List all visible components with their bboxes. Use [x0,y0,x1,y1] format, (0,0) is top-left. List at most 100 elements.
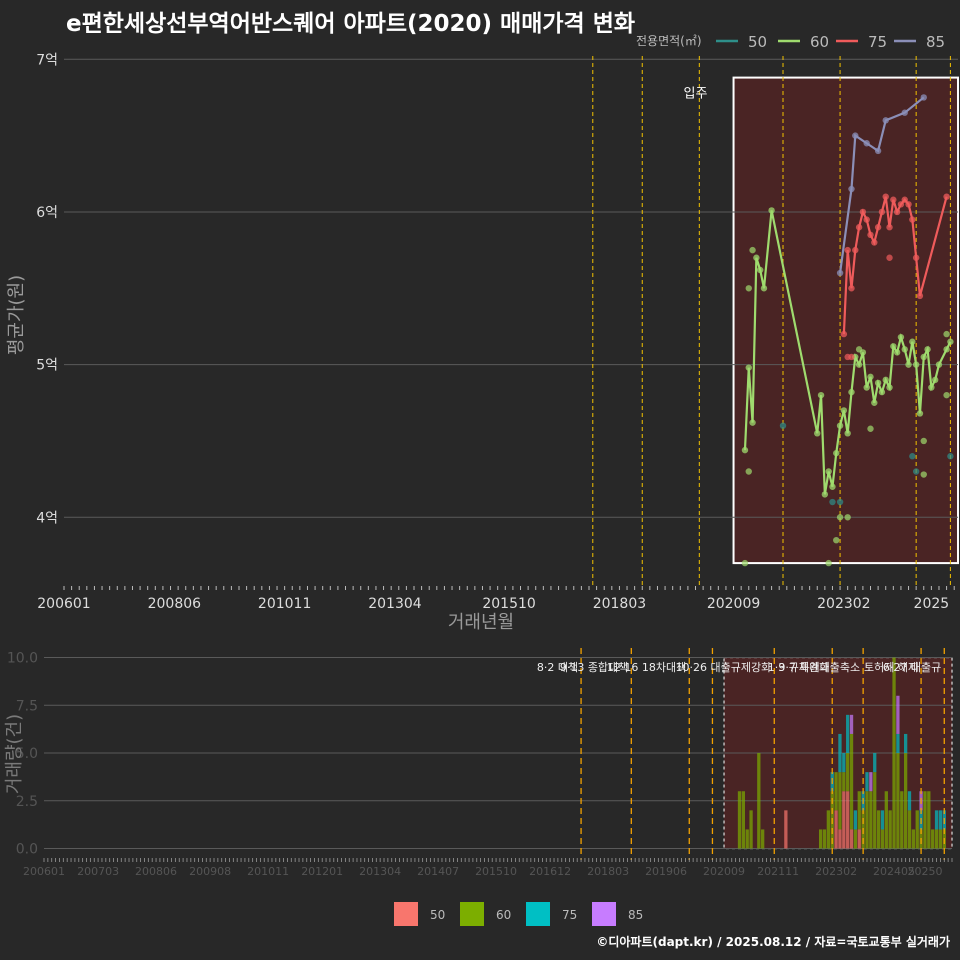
data-point [947,453,954,460]
x-tick-label: 200806 [135,865,177,878]
legend-key-50 [394,902,418,926]
volume-bar [903,753,908,849]
volume-bar [880,829,885,849]
data-point [886,254,893,261]
legend-label: 75 [868,33,887,51]
data-point [768,207,775,214]
data-point [863,216,870,223]
legend-label: 85 [628,908,643,922]
policy-label: 9·7 특례대출축소 [778,661,860,674]
data-point [829,498,836,506]
volume-bar [896,695,900,734]
data-point [825,559,832,567]
data-point [749,246,756,254]
volume-bar [923,791,927,849]
volume-bar [838,829,842,849]
volume-bar [911,829,916,849]
volume-bar [931,829,935,849]
x-tick-label: 200601 [23,865,65,878]
data-point [871,239,878,246]
volume-bar [915,810,919,849]
data-point [901,346,908,353]
volume-bar [784,810,788,849]
footer-credit: ©디아파트(dapt.kr) / 2025.08.12 / 자료=국토교통부 실… [596,935,950,949]
x-axis-title: 거래년월 [448,612,514,633]
volume-bar [846,791,850,849]
data-point [916,292,924,300]
volume-bar [896,753,900,849]
data-point [935,361,943,368]
data-point [909,338,916,345]
data-point [833,449,840,457]
legend-key-60 [460,902,484,926]
data-point [943,346,950,353]
x-tick-label: 202009 [707,596,760,612]
data-point [867,373,874,381]
data-point [852,132,859,139]
y-tick-label: 5억 [36,358,58,374]
data-point [867,425,874,432]
x-tick-label: 201803 [587,865,629,878]
data-point [825,468,832,475]
x-tick-label: 200908 [189,865,231,878]
volume-bar [907,810,912,849]
volume-bar [900,791,904,849]
data-point [855,361,863,368]
legend-title: 전용면적(㎡) [636,34,702,48]
volume-bar [869,772,873,792]
legend-label: 60 [810,33,829,51]
x-tick-label: 202009 [703,865,745,878]
y-tick-label: 7억 [36,52,58,68]
volume-bar [865,791,869,849]
volume-bar [849,733,854,830]
data-point [840,330,848,338]
data-point [943,391,950,399]
data-point [897,333,905,341]
data-point [905,361,912,368]
data-point [753,254,760,261]
volume-bar [761,829,765,849]
data-point [874,224,882,231]
data-point [920,437,927,445]
x-tick-label: 201304 [368,596,422,612]
x-tick-label: 200601 [37,596,90,612]
data-point [912,361,920,368]
volume-bar [934,829,939,849]
data-point [745,285,752,292]
x-tick-label: 201011 [247,865,289,878]
data-point [859,208,867,216]
data-point [836,422,844,429]
data-point [882,376,889,384]
volume-bar [749,810,753,849]
data-point [863,140,870,147]
volume-bar [853,810,858,830]
volume-bar [880,810,885,830]
data-point [882,117,889,124]
data-point [844,246,851,254]
data-point [874,147,882,155]
x-tick-label: 201407 [417,865,459,878]
data-point [920,353,927,361]
legend-label: 50 [748,33,767,51]
data-point [848,353,855,361]
x-tick-label: 202302 [817,596,870,612]
move-in-annotation: 입주 [684,86,708,101]
data-point [878,388,886,396]
volume-bar [846,753,850,792]
volume-bar [873,753,877,773]
data-point [920,94,927,101]
data-point [855,224,863,231]
data-point [745,468,752,475]
chart-root: e편한세상선부역어반스퀘어 아파트(2020) 매매가격 변화 4억 5억 6억 7억… [0,0,960,960]
x-tick-label: 201011 [258,596,311,612]
y-tick-label: 0.0 [16,842,38,858]
y-axis-title: 거래량(건) [4,714,25,794]
policy-label: 12·16 18차대책 [607,661,686,674]
x-tick-label: 202111 [757,865,799,878]
data-point [931,376,939,384]
data-point [943,193,950,200]
volume-bar [838,733,842,773]
x-tick-label: 200703 [77,865,119,878]
highlight-region [732,76,960,565]
volume-bar [849,829,854,849]
